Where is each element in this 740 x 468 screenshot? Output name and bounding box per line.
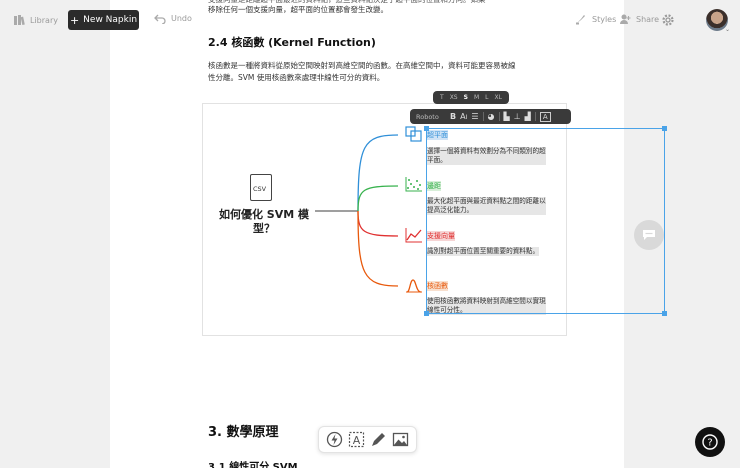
divider	[534, 112, 536, 121]
align-center-icon[interactable]: ⊥	[514, 112, 521, 121]
share-label: Share	[636, 14, 660, 24]
svg-text:?: ?	[707, 438, 712, 449]
text-format-toolbar: Roboto B AI ☰ ◕ ▙ ⊥ ▟ A	[410, 109, 571, 124]
text-box-icon[interactable]: A	[539, 111, 551, 122]
align-right-icon[interactable]: ▟	[525, 112, 531, 121]
hyperplane-icon	[405, 126, 422, 142]
selection-box[interactable]	[424, 126, 667, 316]
csv-file-icon: CSV	[250, 174, 272, 201]
center-title-line-1: 如何優化 SVM 模	[218, 208, 310, 221]
undo-icon	[154, 14, 166, 24]
text-size-toolbar: T XS S M L XL	[433, 91, 509, 104]
support-vector-chart-icon	[405, 228, 422, 243]
kernel-curve-icon	[406, 279, 422, 293]
share-button[interactable]: Share	[619, 13, 659, 25]
library-label: Library	[30, 15, 58, 25]
top-toolbar: Library + New Napkin Undo Styles Share ⌄	[0, 0, 740, 40]
styles-icon	[576, 15, 585, 25]
resize-handle[interactable]	[662, 126, 667, 131]
size-option[interactable]: XS	[450, 94, 458, 101]
align-left-icon[interactable]: ▙	[504, 112, 510, 121]
scatter-margin-icon	[405, 177, 422, 192]
undo-button[interactable]: Undo	[154, 13, 192, 24]
add-user-icon	[620, 14, 631, 24]
section-paragraph-line-2: 性分離。SVM 使用核函數來處理非線性可分的資料。	[208, 73, 385, 82]
chapter-title: 3. 數學原理	[208, 425, 279, 440]
subsection-title: 3.1 線性可分 SVM	[208, 462, 298, 468]
size-option[interactable]: L	[485, 94, 488, 101]
size-option[interactable]: XL	[495, 94, 502, 101]
chevron-down-icon[interactable]: ⌄	[725, 26, 730, 33]
library-button[interactable]: Library	[13, 14, 58, 26]
plus-icon: +	[69, 13, 80, 27]
align-icon[interactable]: ☰	[471, 112, 478, 121]
pen-icon[interactable]	[370, 431, 387, 448]
image-icon[interactable]	[392, 431, 409, 448]
comment-button[interactable]	[634, 220, 664, 250]
insert-toolbar: A	[318, 426, 417, 453]
speech-bubble-icon	[643, 230, 655, 240]
question-mark-icon: ?	[702, 434, 718, 450]
text-size-icon[interactable]: AI	[460, 112, 467, 121]
settings-button[interactable]	[661, 12, 675, 31]
size-option-active[interactable]: S	[464, 94, 468, 101]
styles-label: Styles	[592, 14, 617, 24]
center-node-title: 如何優化 SVM 模 型？	[215, 208, 313, 236]
new-napkin-label: New Napkin	[83, 15, 138, 25]
resize-handle[interactable]	[424, 126, 429, 131]
spark-icon[interactable]	[326, 431, 343, 448]
resize-handle[interactable]	[662, 311, 667, 316]
gear-icon	[662, 14, 674, 26]
styles-button[interactable]: Styles	[575, 13, 616, 25]
undo-label: Undo	[171, 14, 192, 23]
help-button[interactable]: ?	[695, 427, 725, 457]
resize-handle[interactable]	[424, 311, 429, 316]
divider	[498, 112, 500, 121]
library-icon	[14, 15, 25, 26]
section-paragraph-line-1: 核函數是一種將資料從原始空間映射到高維空間的函數。在高維空間中，資料可能更容易被…	[208, 61, 516, 70]
divider	[482, 112, 484, 121]
center-title-line-2: 型？	[253, 222, 275, 235]
size-option[interactable]: T	[440, 94, 444, 101]
svg-text:A: A	[353, 434, 361, 447]
new-napkin-button[interactable]: + New Napkin	[68, 10, 139, 30]
font-select[interactable]: Roboto	[416, 113, 446, 121]
size-option[interactable]: M	[474, 94, 479, 101]
text-box-icon[interactable]: A	[348, 431, 365, 448]
color-palette-icon[interactable]: ◕	[488, 112, 495, 121]
bold-icon[interactable]: B	[450, 112, 456, 121]
